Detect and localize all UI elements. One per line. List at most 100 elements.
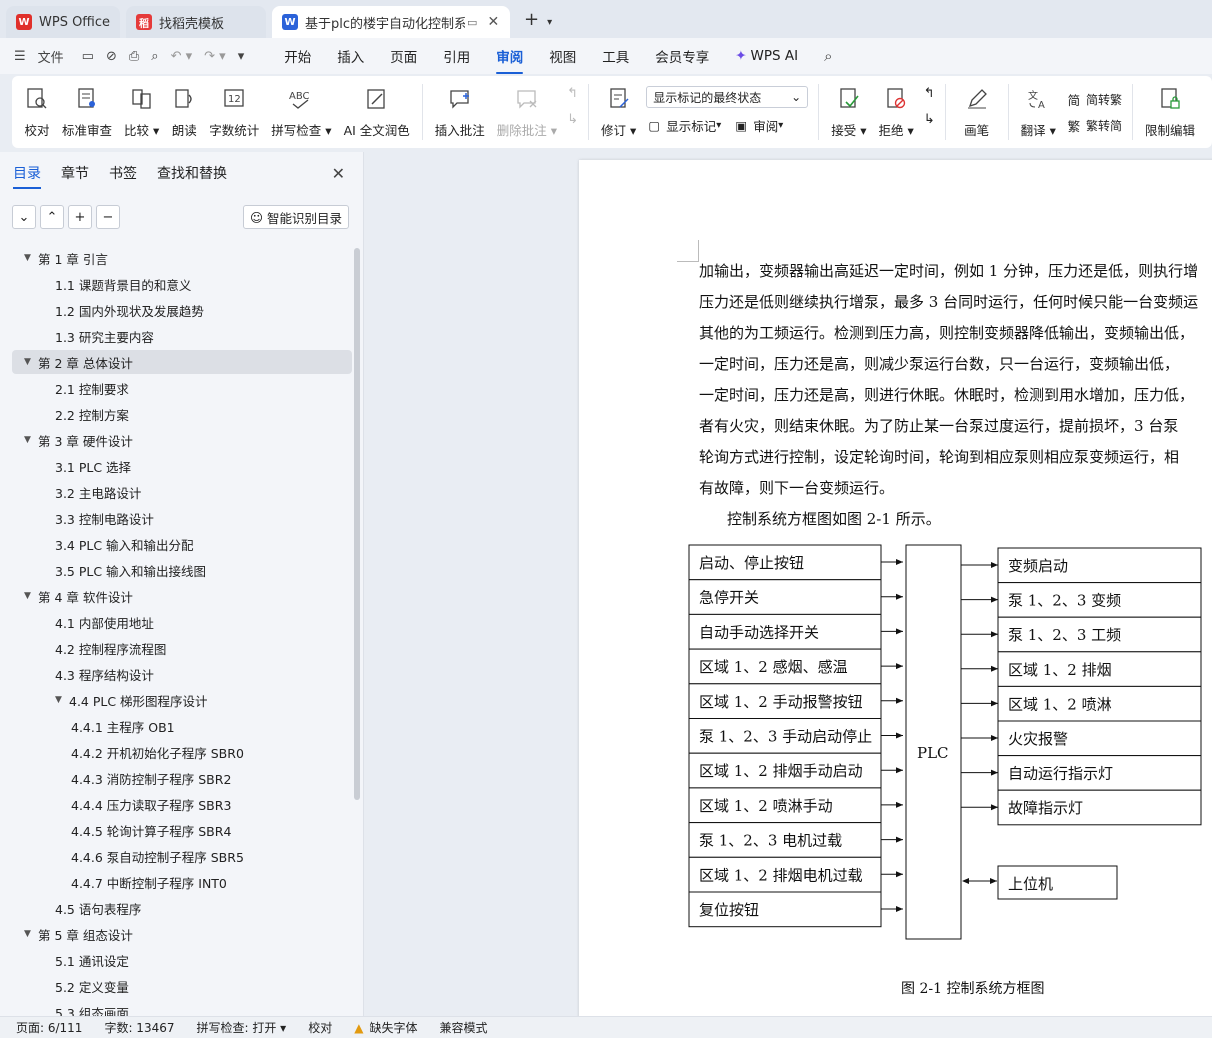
search-icon[interactable]: ⌕ <box>824 47 832 65</box>
tab-wps-office[interactable]: W WPS Office <box>6 6 121 38</box>
toc-item[interactable]: 4.4.7 中断控制子程序 INT0 <box>71 870 227 894</box>
insert-comment-button[interactable]: 插入批注 <box>429 76 491 148</box>
spell-check-button[interactable]: ABC 拼写检查 ▾ <box>265 76 337 148</box>
minus-icon[interactable]: − <box>96 205 120 229</box>
status-spell[interactable]: 拼写检查: 打开 ▾ <box>197 1019 287 1036</box>
expand-triangle-icon[interactable]: ▼ <box>24 357 38 367</box>
redo-icon[interactable]: ↷ ▾ <box>204 49 226 64</box>
menu-tools[interactable]: 工具 <box>602 46 629 66</box>
status-proof[interactable]: 校对 <box>308 1019 332 1036</box>
toc-item[interactable]: 3.3 控制电路设计 <box>55 506 154 530</box>
toc-item[interactable]: 3.5 PLC 输入和输出接线图 <box>55 558 206 582</box>
ink-button[interactable]: 画笔 <box>952 76 1002 148</box>
menu-home[interactable]: 开始 <box>284 46 311 66</box>
toc-item[interactable]: ▼ 第 2 章 总体设计 <box>12 350 352 374</box>
expand-triangle-icon[interactable]: ▼ <box>24 591 38 601</box>
toc-item[interactable]: ▼ 4.4 PLC 梯形图程序设计 <box>55 688 208 712</box>
next-comment-icon[interactable]: ↳ <box>567 112 578 138</box>
translate-button[interactable]: 文A 翻译 ▾ <box>1015 76 1062 148</box>
toc-item[interactable]: ▼ 第 4 章 软件设计 <box>24 584 133 608</box>
expand-triangle-icon[interactable]: ▼ <box>24 929 38 939</box>
status-page[interactable]: 页面: 6/111 <box>16 1019 82 1036</box>
toc-item[interactable]: 4.4.6 泵自动控制子程序 SBR5 <box>71 844 244 868</box>
tab-document[interactable]: W 基于plc的楼宇自动化控制系统 ▭ ✕ <box>272 6 511 38</box>
delete-comment-button[interactable]: 删除批注 ▾ <box>491 76 563 148</box>
toc-item[interactable]: 5.2 定义变量 <box>55 974 129 998</box>
toc-item[interactable]: ▼ 第 3 章 硬件设计 <box>24 428 133 452</box>
toc-item[interactable]: 1.3 研究主要内容 <box>55 324 154 348</box>
chevron-down-icon[interactable]: ▾ <box>547 17 552 28</box>
tab-find-replace[interactable]: 查找和替换 <box>157 163 227 183</box>
menu-insert[interactable]: 插入 <box>337 46 364 66</box>
tab-bookmarks[interactable]: 书签 <box>109 163 137 183</box>
trad-to-simp-button[interactable]: 繁 繁转简 <box>1066 112 1122 138</box>
print-icon[interactable]: ⎙ <box>129 49 139 64</box>
menu-file[interactable]: 文件 <box>38 47 64 66</box>
toc-item[interactable]: 4.4.2 开机初始化子程序 SBR0 <box>71 740 244 764</box>
reject-button[interactable]: 拒绝 ▾ <box>873 76 920 148</box>
show-markup-button[interactable]: ▢ 显示标记 ▾ <box>646 112 721 138</box>
restrict-edit-button[interactable]: 限制编辑 <box>1139 76 1201 148</box>
menu-member[interactable]: 会员专享 <box>655 46 709 66</box>
ai-polish-button[interactable]: AI 全文润色 <box>338 76 416 148</box>
toc-item[interactable]: 5.3 组态画面 <box>55 1000 129 1017</box>
close-pane-icon[interactable]: ✕ <box>332 164 345 183</box>
toc-item[interactable]: 2.2 控制方案 <box>55 402 129 426</box>
expand-triangle-icon[interactable]: ▼ <box>24 253 38 263</box>
toc-item[interactable]: 4.2 控制程序流程图 <box>55 636 166 660</box>
tab-docer-templates[interactable]: 稻 找稻壳模板 <box>126 6 267 38</box>
link-icon[interactable]: ⊘ <box>106 49 117 64</box>
more-icon[interactable]: ▾ <box>238 49 245 64</box>
markup-select[interactable]: 显示标记的最终状态 ⌄ <box>646 86 809 108</box>
hamburger-icon[interactable]: ☰ <box>14 49 26 64</box>
toc-item[interactable]: 3.4 PLC 输入和输出分配 <box>55 532 194 556</box>
prev-change-icon[interactable]: ↰ <box>924 86 935 112</box>
toc-item[interactable]: 1.1 课题背景目的和意义 <box>55 272 191 296</box>
close-tab-icon[interactable]: ✕ <box>487 14 499 30</box>
print-preview-icon[interactable]: ⌕ <box>151 49 158 64</box>
menu-review[interactable]: 审阅 <box>496 46 524 74</box>
toc-item[interactable]: 4.3 程序结构设计 <box>55 662 154 686</box>
next-change-icon[interactable]: ↳ <box>924 112 935 138</box>
review-pane-button[interactable]: ▣ 审阅 ▾ <box>733 112 783 138</box>
standard-review-button[interactable]: 标准审查 <box>56 76 118 148</box>
toc-item[interactable]: 4.4.4 压力读取子程序 SBR3 <box>71 792 231 816</box>
toc-item[interactable]: 3.1 PLC 选择 <box>55 454 131 478</box>
prev-comment-icon[interactable]: ↰ <box>567 86 578 112</box>
toc-item[interactable]: ▼ 第 5 章 组态设计 <box>24 922 133 946</box>
menu-wps-ai[interactable]: ✦ WPS AI <box>735 48 798 64</box>
menu-references[interactable]: 引用 <box>443 46 470 66</box>
compare-button[interactable]: 比较 ▾ <box>118 76 165 148</box>
simp-to-trad-button[interactable]: 简 简转繁 <box>1066 86 1122 112</box>
toc-item[interactable]: 4.4.5 轮询计算子程序 SBR4 <box>71 818 231 842</box>
undo-icon[interactable]: ↶ ▾ <box>171 49 193 64</box>
toc-item[interactable]: ▼ 第 1 章 引言 <box>24 246 108 270</box>
toc-item[interactable]: 3.2 主电路设计 <box>55 480 141 504</box>
accept-button[interactable]: 接受 ▾ <box>825 76 872 148</box>
toc-item[interactable]: 4.4.1 主程序 OB1 <box>71 714 175 738</box>
status-words[interactable]: 字数: 13467 <box>104 1019 174 1036</box>
toc-item[interactable]: 4.5 语句表程序 <box>55 896 141 920</box>
toc-item[interactable]: 2.1 控制要求 <box>55 376 129 400</box>
toc-item[interactable]: 4.4.3 消防控制子程序 SBR2 <box>71 766 231 790</box>
tab-chapters[interactable]: 章节 <box>61 163 89 183</box>
track-changes-button[interactable]: 修订 ▾ <box>595 76 642 148</box>
plus-icon[interactable]: + <box>68 205 92 229</box>
tab-toc[interactable]: 目录 <box>13 163 41 189</box>
chevron-down-icon[interactable]: ⌄ <box>12 205 36 229</box>
toc-item[interactable]: 4.1 内部使用地址 <box>55 610 154 634</box>
expand-triangle-icon[interactable]: ▼ <box>55 695 69 705</box>
menu-page[interactable]: 页面 <box>390 46 417 66</box>
smart-toc-button[interactable]: ☺ 智能识别目录 <box>242 205 349 229</box>
proofread-button[interactable]: 校对 <box>18 76 56 148</box>
save-icon[interactable]: ▭ <box>82 49 94 64</box>
new-tab-icon[interactable]: + <box>524 9 539 30</box>
chevron-up-icon[interactable]: ⌃ <box>40 205 64 229</box>
toc-scrollbar[interactable] <box>354 248 360 800</box>
expand-triangle-icon[interactable]: ▼ <box>24 435 38 445</box>
word-count-button[interactable]: 12 字数统计 <box>203 76 265 148</box>
menu-view[interactable]: 视图 <box>549 46 576 66</box>
toc-item[interactable]: 5.1 通讯设定 <box>55 948 129 972</box>
toc-item[interactable]: 1.2 国内外现状及发展趋势 <box>55 298 204 322</box>
read-aloud-button[interactable]: 朗读 <box>165 76 203 148</box>
